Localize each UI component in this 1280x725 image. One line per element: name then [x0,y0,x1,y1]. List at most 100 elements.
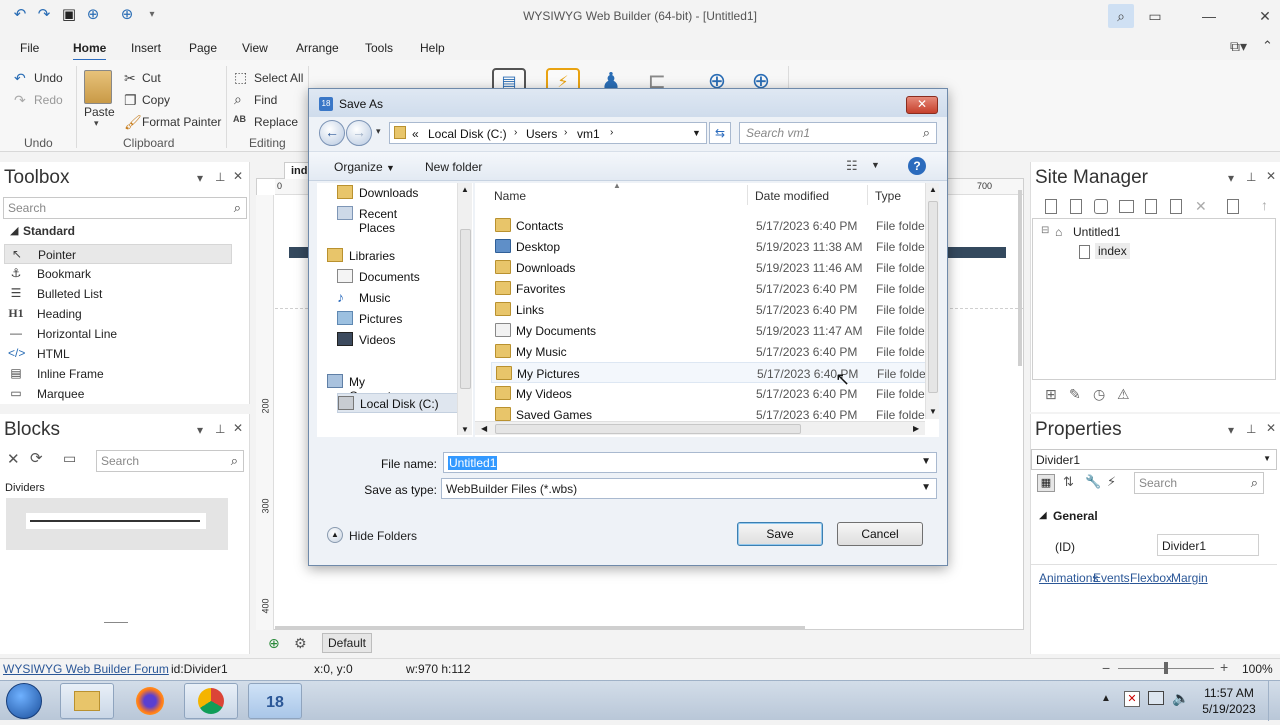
explorer-taskbar-button[interactable] [60,683,114,719]
properties-search-input[interactable]: Search ⌕ [1134,472,1264,494]
close-icon[interactable]: ✕ [233,421,243,435]
column-name[interactable]: Name [494,189,526,203]
close-icon[interactable]: ✕ [1266,421,1276,435]
list-item[interactable]: My Music 5/17/2023 6:40 PM File folder [491,341,939,362]
divider-block-preview[interactable] [6,498,228,550]
list-item[interactable]: My Videos 5/17/2023 6:40 PM File folder [491,383,939,404]
link-margin[interactable]: Margin [1171,571,1208,585]
back-button[interactable]: ← [319,120,345,146]
file-list-v-scrollbar[interactable]: ▲ ▼ [925,183,939,419]
menu-file[interactable]: File [20,41,39,55]
restore-window-icon[interactable]: ▭ [1142,4,1168,28]
toolbox-section-standard[interactable]: Standard [23,224,75,238]
menu-insert[interactable]: Insert [131,41,161,55]
warning-icon[interactable]: ⚠ [1117,386,1130,403]
chevron-down-icon[interactable]: ▼ [1263,454,1271,463]
toolbox-item-marquee[interactable]: ▭ Marquee [4,384,232,404]
duplicate-page-icon[interactable] [1170,199,1182,214]
paste-icon[interactable] [84,70,112,104]
delete-icon[interactable]: ✕ [7,450,20,468]
toolbox-search-input[interactable]: Search ⌕ [3,197,247,219]
undo-button[interactable]: Undo [34,71,63,85]
forward-button[interactable]: → [346,120,372,146]
collapse-icon[interactable]: ◢ [10,224,18,237]
clock-icon[interactable]: ◷ [1093,386,1105,403]
scroll-down-icon[interactable]: ▼ [929,407,937,416]
redo-button[interactable]: Redo [34,93,63,107]
format-painter-button[interactable]: Format Painter [142,115,221,129]
default-page-button[interactable]: Default [322,633,372,653]
panel-menu-icon[interactable]: ▾ [197,171,203,185]
page-settings-icon[interactable]: ⚙ [294,635,307,652]
toolbox-item-pointer[interactable]: ↖ Pointer [4,244,232,264]
save-type-select[interactable]: WebBuilder Files (*.wbs) ▼ [441,478,937,499]
address-segment-local-disk[interactable]: Local Disk (C:) [428,127,507,141]
events-icon[interactable]: ⚡ [1107,474,1116,490]
categorized-icon[interactable]: ▦ [1037,474,1055,492]
file-name-input[interactable]: Untitled1 ▼ [443,452,937,473]
menu-home[interactable]: Home [73,41,107,61]
help-icon[interactable]: ? [908,157,926,175]
clock-time[interactable]: 11:57 AM [1198,686,1260,700]
tree-page-index[interactable]: index [1095,243,1130,259]
cut-button[interactable]: Cut [142,71,161,85]
divider-element[interactable] [289,247,309,258]
page-properties-icon[interactable] [1070,199,1082,214]
chevron-right-icon[interactable]: › [564,127,567,138]
link-flexbox[interactable]: Flexbox [1130,571,1172,585]
forum-link[interactable]: WYSIWYG Web Builder Forum [3,662,169,676]
paste-button[interactable]: Paste [84,105,115,119]
chevron-right-icon[interactable]: › [514,127,517,138]
refresh-icon[interactable]: ⇆ [709,122,731,144]
scroll-up-icon[interactable]: ▲ [461,185,469,194]
close-window-button[interactable]: ✕ [1252,4,1278,28]
scroll-up-icon[interactable]: ▲ [929,185,937,194]
search-icon[interactable]: ⌕ [231,453,238,469]
firefox-icon[interactable] [136,687,164,715]
menu-view[interactable]: View [242,41,268,55]
cancel-button[interactable]: Cancel [837,522,923,546]
new-page-icon[interactable] [1045,199,1057,214]
webbuilder-taskbar-button[interactable]: 18 [248,683,302,719]
zoom-in-icon[interactable]: + [1220,659,1228,675]
pin-icon[interactable]: ⊥ [1246,170,1256,184]
show-desktop-button[interactable] [1268,681,1280,721]
list-item[interactable]: Favorites 5/17/2023 6:40 PM File folder [491,278,939,299]
dialog-close-button[interactable]: ✕ [906,96,938,114]
scroll-left-icon[interactable]: ◀ [481,424,487,433]
list-item[interactable]: My Pictures 5/17/2023 6:40 PM File folder [491,362,939,383]
view-options-icon[interactable]: ☷ [846,158,858,174]
link-animations[interactable]: Animations [1039,571,1098,585]
recent-locations-icon[interactable]: ▾ [376,126,381,137]
menu-tools[interactable]: Tools [365,41,393,55]
list-item[interactable]: Downloads 5/19/2023 11:46 AM File folder [491,257,939,278]
folder-icon[interactable]: ▭ [63,450,76,467]
column-divider[interactable] [747,185,748,205]
search-icon[interactable]: ⌕ [1251,475,1258,491]
add-page-icon[interactable]: ⊕ [268,635,280,652]
blocks-search-input[interactable]: Search ⌕ [96,450,244,472]
divider-element[interactable] [946,247,1006,258]
toolbox-item-heading[interactable]: H1 Heading [4,304,232,324]
copy-button[interactable]: Copy [142,93,170,107]
collapse-icon[interactable]: ◢ [1039,510,1047,521]
action-center-icon[interactable]: ✕ [1124,691,1140,707]
arrow-up-icon[interactable]: ↑ [1261,197,1268,213]
pin-icon[interactable]: ✎ [1069,386,1081,403]
list-item[interactable]: Links 5/17/2023 6:40 PM File folder [491,299,939,320]
refresh-icon[interactable]: ⟳ [30,449,43,467]
dialog-title-bar[interactable]: 18 Save As ✕ [309,89,947,117]
replace-button[interactable]: Replace [254,115,298,129]
list-item[interactable]: My Documents 5/19/2023 11:47 AM File folde… [491,320,939,341]
site-settings-icon[interactable] [1227,199,1239,214]
pin-icon[interactable]: ⊥ [215,170,225,184]
start-button[interactable] [6,683,42,719]
new-folder-icon[interactable] [1119,200,1134,213]
chevron-down-icon[interactable]: ▼ [921,482,931,493]
address-dropdown-icon[interactable]: ▼ [692,128,701,138]
panel-menu-icon[interactable]: ▾ [1228,423,1234,437]
scroll-right-icon[interactable]: ▶ [913,424,919,433]
tree-toggle-icon[interactable]: ⊟ [1041,225,1049,236]
scroll-thumb[interactable] [928,201,938,393]
panel-menu-icon[interactable]: ▾ [197,423,203,437]
